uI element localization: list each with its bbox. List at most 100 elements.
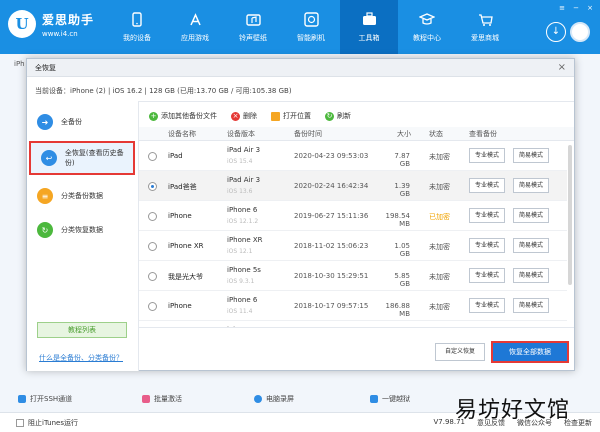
app-logo: U 爱思助手 www.i4.cn	[8, 10, 94, 38]
table-row[interactable]: iPhone XR iPhone XR iOS 12.1 2018-11-02 15:…	[139, 231, 567, 261]
nav-ringtones[interactable]: 铃声壁纸	[224, 0, 282, 54]
tutorial-icon	[419, 11, 435, 27]
row-radio[interactable]	[148, 242, 157, 251]
pro-mode-button[interactable]: 专业模式	[469, 268, 505, 283]
restore-arrow-icon: ↩	[41, 150, 57, 166]
tutorial-list-button[interactable]: 教程列表	[37, 322, 127, 338]
category-restore-icon: ↻	[37, 222, 53, 238]
refresh-button[interactable]: ↻ 刷新	[325, 111, 351, 121]
row-radio[interactable]	[148, 272, 157, 281]
encryption-status: 未加密	[429, 303, 450, 311]
tool-jailbreak[interactable]: 一键越狱	[370, 394, 410, 404]
menu-category-restore[interactable]: ↻ 分类恢复数据	[27, 213, 139, 247]
row-radio[interactable]	[148, 152, 157, 161]
device-ios: iOS 15.4	[227, 158, 253, 165]
custom-restore-button[interactable]: 自定义恢复	[435, 343, 485, 361]
easy-mode-button[interactable]: 简易模式	[513, 208, 549, 223]
pro-mode-button[interactable]: 专业模式	[469, 238, 505, 253]
toolbox-icon	[361, 11, 377, 27]
nav-label: 铃声壁纸	[239, 34, 267, 42]
close-icon[interactable]: ×	[558, 59, 566, 77]
device-name: iPhone	[168, 302, 192, 310]
pro-mode-button[interactable]: 专业模式	[469, 148, 505, 163]
table-row[interactable]: iPad爸爸 iPad Air 3 iOS 13.6 2020-02-24 16:42…	[139, 171, 567, 201]
backup-time: 2019-06-27 15:11:36	[294, 212, 369, 220]
nav-toolbox[interactable]: 工具箱	[340, 0, 398, 54]
col-backup-time: 备份时间	[294, 130, 322, 138]
device-name: 我是光大爷	[168, 273, 203, 281]
minimize-icon[interactable]: −	[572, 4, 580, 12]
pro-mode-button[interactable]: 专业模式	[469, 208, 505, 223]
tool-screen-record[interactable]: 电脑录屏	[254, 394, 294, 404]
nav-label: 我的设备	[123, 34, 151, 42]
backup-time: 2020-02-24 16:42:34	[294, 182, 369, 190]
table-row[interactable]: iPhone iPhone 6 iOS 11.4 2018-10-17 09:57:1…	[139, 291, 567, 321]
backup-size: 7.87 GB	[394, 152, 410, 168]
dialog-title: 全恢复	[35, 64, 56, 72]
col-device-version: 设备版本	[227, 130, 255, 138]
encryption-status: 未加密	[429, 153, 450, 161]
table-row[interactable]: iPhone iPhone 6 iOS 12.1.2 2019-06-27 15:11…	[139, 201, 567, 231]
block-itunes-checkbox[interactable]	[16, 418, 24, 427]
nav-tutorials[interactable]: 教程中心	[398, 0, 456, 54]
phone-icon	[129, 11, 145, 27]
dialog-title-bar: 全恢复 ×	[27, 59, 574, 77]
encryption-status: 未加密	[429, 183, 450, 191]
add-icon: +	[149, 111, 158, 121]
add-backup-button[interactable]: + 添加其他备份文件	[149, 111, 217, 121]
row-radio[interactable]	[148, 212, 157, 221]
easy-mode-button[interactable]: 简易模式	[513, 178, 549, 193]
pro-mode-button[interactable]: 专业模式	[469, 298, 505, 313]
device-info: 当前设备：iPhone (2) | iOS 16.2 | 128 GB (已用:…	[35, 87, 292, 95]
encryption-status: 未加密	[429, 243, 450, 251]
menu-full-backup[interactable]: ➜ 全备份	[27, 105, 139, 139]
easy-mode-button[interactable]: 简易模式	[513, 268, 549, 283]
col-size: 大小	[397, 130, 411, 138]
device-model: iPhone 6	[227, 296, 258, 304]
backup-size: 198.54 MB	[385, 212, 411, 228]
nav-label: 教程中心	[413, 34, 441, 42]
nav-label: 应用游戏	[181, 34, 209, 42]
menu-full-restore[interactable]: ↩ 全恢复(查看历史备份)	[29, 141, 135, 175]
easy-mode-button[interactable]: 简易模式	[513, 148, 549, 163]
device-name: iPad爸爸	[168, 183, 197, 191]
col-view-backup: 查看备份	[469, 130, 497, 138]
nav-my-device[interactable]: 我的设备	[108, 0, 166, 54]
row-radio[interactable]	[148, 182, 157, 191]
nav-apps[interactable]: 应用游戏	[166, 0, 224, 54]
main-nav: 我的设备 应用游戏 铃声壁纸 智能刷机 工具箱 教程中心 爱思商城	[108, 0, 514, 54]
avatar[interactable]	[570, 22, 590, 42]
help-link[interactable]: 什么是全备份、分类备份？	[39, 353, 123, 363]
device-name: iPhone	[168, 212, 192, 220]
menu-category-backup[interactable]: ≡ 分类备份数据	[27, 179, 139, 213]
device-model: iPhone XR	[227, 236, 263, 244]
easy-mode-button[interactable]: 简易模式	[513, 238, 549, 253]
open-location-button[interactable]: 打开位置	[271, 111, 311, 121]
full-restore-dialog: 全恢复 × 当前设备：iPhone (2) | iOS 16.2 | 128 G…	[26, 58, 575, 371]
restore-all-button[interactable]: 恢复全部数据	[491, 341, 569, 363]
tool-batch-activate[interactable]: 批量激活	[142, 394, 182, 404]
record-icon	[254, 395, 262, 403]
close-icon[interactable]: ×	[586, 4, 594, 12]
ringtone-icon	[245, 11, 261, 27]
row-radio[interactable]	[148, 302, 157, 311]
device-ios: iOS 11.4	[227, 308, 253, 315]
nav-flash[interactable]: 智能刷机	[282, 0, 340, 54]
flash-icon	[303, 11, 319, 27]
folder-icon	[271, 111, 280, 121]
backup-time: 2018-10-30 15:29:51	[294, 272, 369, 280]
table-header	[139, 127, 574, 141]
nav-label: 智能刷机	[297, 34, 325, 42]
tool-ssh[interactable]: 打开SSH通道	[18, 394, 72, 404]
delete-button[interactable]: × 删除	[231, 111, 257, 121]
table-scrollbar[interactable]	[568, 145, 572, 285]
table-row[interactable]: iPad iPad Air 3 iOS 15.4 2020-04-23 09:53:0…	[139, 141, 567, 171]
device-name: iPad	[168, 152, 183, 160]
nav-store[interactable]: 爱思商城	[456, 0, 514, 54]
device-model: iPhone 5s	[227, 266, 261, 274]
menu-icon[interactable]: ≡	[558, 4, 566, 12]
pro-mode-button[interactable]: 专业模式	[469, 178, 505, 193]
download-icon[interactable]: ↓	[546, 22, 566, 42]
table-row[interactable]: 我是光大爷 iPhone 5s iOS 9.3.1 2018-10-30 15:29:…	[139, 261, 567, 291]
easy-mode-button[interactable]: 简易模式	[513, 298, 549, 313]
